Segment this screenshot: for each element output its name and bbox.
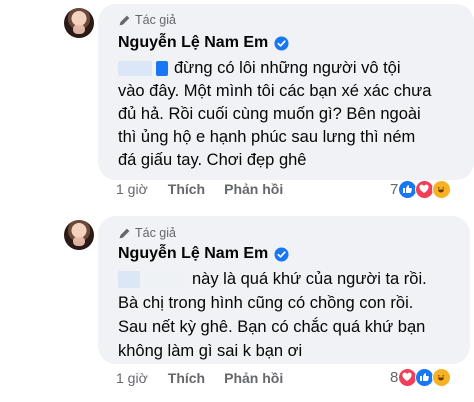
reaction-count: 7: [390, 181, 399, 198]
comment-line: Sau nết kỳ ghê. Bạn có chắc quá khứ bạn: [118, 318, 426, 336]
pen-icon: [119, 228, 130, 238]
comment-line: Bà chị trong hình cũng có chồng con rồi.: [118, 294, 414, 312]
author-row: Nguyễn Lệ Nam Em: [118, 34, 289, 52]
comment-line: đủ hả. Rồi cuối cùng muốn gì? Bên ngoài: [118, 105, 421, 123]
author-name[interactable]: Nguyễn Lệ Nam Em: [118, 245, 268, 263]
author-name[interactable]: Nguyễn Lệ Nam Em: [118, 34, 268, 52]
author-badge-label: Tác giả: [135, 13, 176, 27]
author-row: Nguyễn Lệ Nam Em: [118, 245, 289, 263]
reaction-count: 8: [390, 369, 399, 386]
comment-text: này là quá khứ của người ta rồi. Bà chị …: [118, 267, 427, 363]
redacted-mention: [156, 61, 168, 77]
redacted-mention: [118, 271, 140, 289]
haha-icon: [432, 180, 452, 199]
comment-line: thì ủng hộ e hạnh phúc sau lưng thì ném: [118, 128, 416, 146]
comment-line: không làm gì sai k bạn ơi: [118, 342, 303, 360]
comment-actions: 1 giờ Thích Phản hồi: [116, 370, 283, 386]
comment-line: đá giấu tay. Chơi đẹp ghê: [118, 151, 307, 169]
timestamp[interactable]: 1 giờ: [116, 181, 148, 197]
author-badge: Tác giả: [118, 13, 176, 27]
reply-button[interactable]: Phản hồi: [224, 181, 283, 197]
comment-actions: 1 giờ Thích Phản hồi: [116, 181, 283, 197]
comment-line: này là quá khứ của người ta rồi.: [118, 267, 427, 291]
redacted-mention: [144, 273, 184, 286]
redacted-mention: [118, 61, 152, 77]
like-button[interactable]: Thích: [168, 181, 205, 197]
timestamp[interactable]: 1 giờ: [116, 370, 148, 386]
avatar[interactable]: [64, 220, 94, 250]
haha-icon: [432, 368, 452, 387]
author-badge-label: Tác giả: [135, 226, 176, 240]
reaction-summary[interactable]: 7: [390, 180, 452, 199]
author-badge: Tác giả: [118, 226, 176, 240]
verified-badge-icon: [274, 35, 289, 51]
reaction-summary[interactable]: 8: [390, 368, 452, 387]
comment-line: vào đây. Một mình tôi các bạn xé xác chư…: [118, 82, 432, 100]
avatar[interactable]: [64, 8, 94, 38]
reply-button[interactable]: Phản hồi: [224, 370, 283, 386]
comment-line: đừng có lôi những người vô tội: [118, 57, 431, 80]
comment-text: đừng có lôi những người vô tội vào đây. …: [118, 57, 431, 172]
pen-icon: [119, 15, 130, 25]
like-button[interactable]: Thích: [168, 370, 205, 386]
verified-badge-icon: [274, 246, 289, 262]
